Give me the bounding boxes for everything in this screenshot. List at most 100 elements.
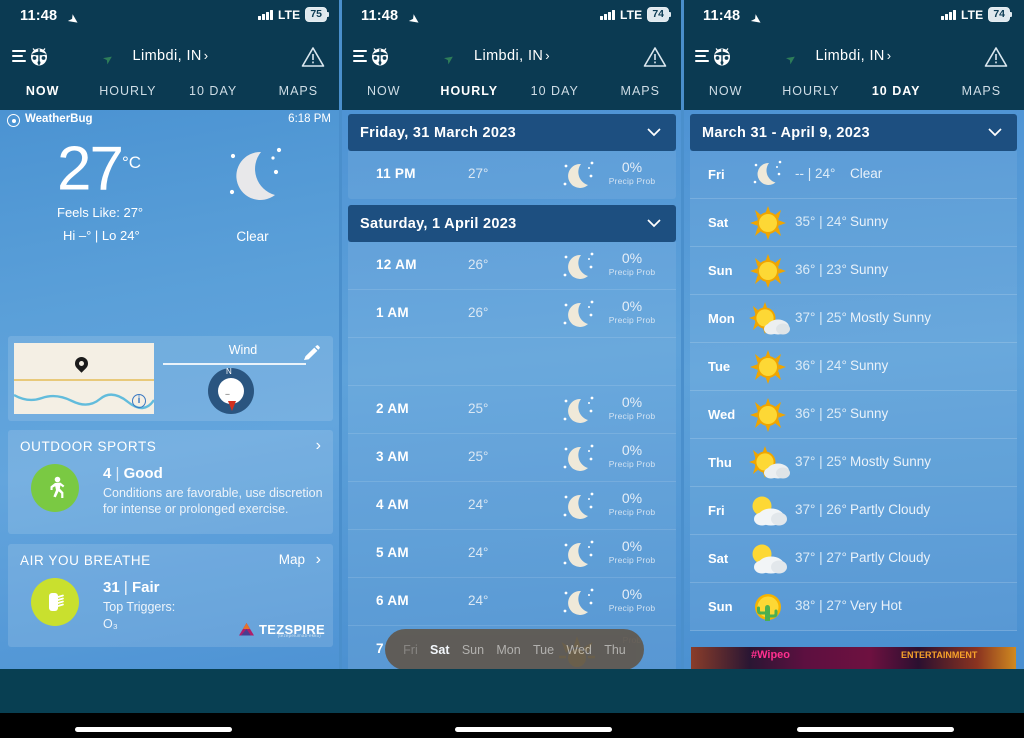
chevron-right-icon: › [886,48,892,63]
sports-separator: | [115,465,120,482]
precip-prob: 0% Precip Prob [602,250,662,277]
main-tab-bar[interactable]: NOW HOURLY 10 DAY MAPS [0,81,341,110]
tab-maps[interactable]: MAPS [598,81,684,110]
hourly-row[interactable]: 12 AM 26° 0% Precip Prob [348,242,676,290]
hourly-day-header[interactable]: Friday, 31 March 2023 [348,114,676,151]
weekday-mon[interactable]: Mon [496,643,520,657]
ten-day-row[interactable]: Tue 36° | 24° Sunny [690,343,1017,391]
forecast-condition: Mostly Sunny [850,454,932,469]
ten-day-row[interactable]: Fri 37° | 26° Partly Cloudy [690,487,1017,535]
tab-10-day[interactable]: 10 DAY [854,81,939,110]
weekday-sat[interactable]: Sat [430,643,449,657]
running-person-icon [31,464,79,512]
forecast-temps: 37° | 25° [795,310,847,325]
hi-lo-label: Hi –° | Lo 24° [63,228,140,243]
precip-value: 0% [621,394,643,410]
forecast-temps: 36° | 23° [795,262,847,277]
tab-10-day[interactable]: 10 DAY [171,81,256,110]
weekday-wed[interactable]: Wed [566,643,591,657]
hour-time: 11 PM [376,166,416,181]
ten-day-row[interactable]: Sat 37° | 27° Partly Cloudy [690,535,1017,583]
status-time: 11:48 [361,8,399,24]
panel-divider [339,0,342,669]
moon-clear-icon [229,147,282,200]
location-selector[interactable]: Limbdi, IN › [341,48,683,64]
location-selector[interactable]: Limbdi, IN › [0,48,341,64]
phone-screen-10day: 11:48 ➤ LTE 74 ➤ Limbdi, IN › NOW HOURLY… [683,0,1024,669]
ten-day-row[interactable]: Wed 36° | 25° Sunny [690,391,1017,439]
tab-10-day[interactable]: 10 DAY [512,81,598,110]
ten-day-row[interactable]: Mon 37° | 25° Mostly Sunny [690,295,1017,343]
tab-hourly[interactable]: HOURLY [427,81,513,110]
alert-triangle-icon[interactable] [301,46,325,73]
forecast-condition: Very Hot [850,598,902,613]
chevron-right-icon[interactable]: › [316,437,321,455]
hourly-row[interactable]: 1 AM 26° 0% Precip Prob [348,290,676,338]
weekday-fri[interactable]: Fri [403,643,418,657]
tab-hourly[interactable]: HOURLY [768,81,853,110]
location-selector[interactable]: Limbdi, IN › [683,48,1024,64]
advertisement-banner[interactable]: #Wipeo ENTERTAINMENT [691,647,1016,669]
hourly-row[interactable]: 6 AM 24° 0% Precip Prob [348,578,676,626]
chevron-right-icon[interactable]: › [316,551,321,569]
signal-strength-icon [258,9,273,20]
hourly-rows-saturday: 12 AM 26° 0% Precip Prob 1 AM 26° 0% Pre… [348,242,676,669]
alert-triangle-icon[interactable] [984,46,1008,73]
home-indicator[interactable] [797,727,954,732]
ten-day-range-header[interactable]: March 31 - April 9, 2023 [690,114,1017,151]
hour-time: 3 AM [376,449,409,464]
wind-divider [163,363,306,365]
weekday-tue[interactable]: Tue [533,643,554,657]
sponsor-logo[interactable]: TEZSPIRE (tezepelumab-ekko) [238,622,325,638]
outdoor-sports-card[interactable]: OUTDOOR SPORTS › 4 | Good Conditions are… [8,430,333,534]
bottom-teal-band [0,669,1024,713]
tab-maps[interactable]: MAPS [939,81,1024,110]
moon-clear-icon [548,440,606,483]
hourly-list[interactable]: Friday, 31 March 2023 11 PM 27° 0% Preci… [341,110,683,669]
tab-now[interactable]: NOW [683,81,768,110]
home-indicator[interactable] [455,727,612,732]
weekday-selector-pill[interactable]: Fri Sat Sun Mon Tue Wed Thu [385,629,644,669]
hourly-day-header[interactable]: Saturday, 1 April 2023 [348,205,676,242]
tab-now[interactable]: NOW [341,81,427,110]
info-circle-icon[interactable]: i [132,394,146,408]
tab-hourly[interactable]: HOURLY [85,81,170,110]
precip-label: Precip Prob [608,176,656,186]
ten-day-row[interactable]: Thu 37° | 25° Mostly Sunny [690,439,1017,487]
hourly-row[interactable]: 3 AM 25° 0% Precip Prob [348,434,676,482]
home-indicator[interactable] [75,727,232,732]
alert-triangle-icon[interactable] [643,46,667,73]
main-tab-bar[interactable]: NOW HOURLY 10 DAY MAPS [683,81,1024,110]
ten-day-row[interactable]: Fri -- | 24° Clear [690,151,1017,199]
ten-day-row[interactable]: Sun 36° | 23° Sunny [690,247,1017,295]
air-quality-card[interactable]: AIR YOU BREATHE Map › 31 | Fair Top Trig… [8,544,333,647]
hourly-row[interactable]: 4 AM 24° 0% Precip Prob [348,482,676,530]
weekday-sun[interactable]: Sun [462,643,484,657]
forecast-temps: 37° | 26° [795,502,847,517]
precip-label: Precip Prob [608,411,656,421]
air-quality-map-link[interactable]: Map [279,552,305,567]
ten-day-list[interactable]: March 31 - April 9, 2023 Fri -- | 24° Cl… [683,110,1024,669]
chevron-down-icon[interactable] [644,122,664,146]
app-header: ➤ Limbdi, IN › [0,36,341,81]
tab-maps[interactable]: MAPS [256,81,341,110]
chevron-down-icon[interactable] [644,213,664,237]
hot-cactus-icon [745,589,791,630]
weekday-thu[interactable]: Thu [604,643,626,657]
chevron-down-icon[interactable] [985,122,1005,146]
hourly-row[interactable]: 5 AM 24° 0% Precip Prob [348,530,676,578]
pencil-edit-icon[interactable] [301,344,321,369]
hourly-row[interactable]: 11 PM 27° 0% Precip Prob [348,151,676,199]
mini-map-thumbnail[interactable]: i [14,343,154,414]
sun-icon [745,349,791,390]
ten-day-row[interactable]: Sat 35° | 24° Sunny [690,199,1017,247]
tab-now[interactable]: NOW [0,81,85,110]
moon-clear-icon [548,536,606,579]
map-wind-card[interactable]: i Wind N -- [8,336,333,421]
sun-icon [745,397,791,438]
ten-day-row[interactable]: Sun 38° | 27° Very Hot [690,583,1017,631]
hourly-row[interactable]: 2 AM 25° 0% Precip Prob [348,386,676,434]
main-tab-bar[interactable]: NOW HOURLY 10 DAY MAPS [341,81,683,110]
precip-prob: 0% Precip Prob [602,159,662,186]
hour-temp: 25° [468,449,489,464]
